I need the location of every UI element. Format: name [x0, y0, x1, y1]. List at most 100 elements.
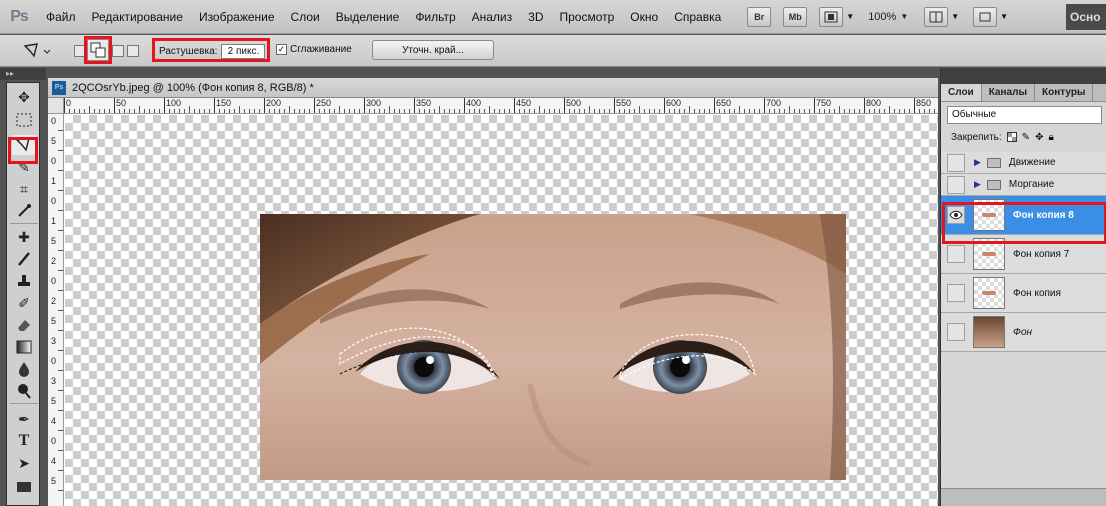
move-tool-icon[interactable]: ✥ [12, 87, 36, 107]
menu-view[interactable]: Просмотр [551, 10, 622, 24]
antialias-checkbox[interactable]: ✓ [276, 44, 287, 55]
panel-dock-bar[interactable] [941, 68, 1106, 84]
ruler-minor-tick [404, 109, 405, 113]
lock-position-icon[interactable]: ✥ [1035, 132, 1043, 143]
ruler-tick [114, 98, 115, 113]
menu-help[interactable]: Справка [666, 10, 729, 24]
dodge-tool-icon[interactable] [12, 381, 36, 401]
vertical-ruler[interactable]: 0 5 0 1 0 1 5 2 0 2 5 3 0 3 5 4 0 4 5 [48, 114, 64, 506]
ruler-minor-tick [789, 106, 790, 113]
toolbox-collapse-handle[interactable]: ▸▸ [0, 68, 46, 80]
marquee-tool-icon[interactable] [12, 110, 36, 130]
ruler-minor-tick [419, 109, 420, 113]
healing-brush-tool-icon[interactable]: ✚ [12, 227, 36, 247]
layer-name: Движение [1008, 157, 1056, 168]
ruler-label: 2 [51, 256, 57, 266]
ruler-minor-tick [604, 109, 605, 113]
visibility-toggle[interactable] [947, 284, 965, 302]
ruler-minor-tick [929, 109, 930, 113]
ruler-minor-tick [389, 106, 390, 113]
ruler-tick [364, 98, 365, 113]
horizontal-ruler[interactable]: 0 50 100 150 200 250 300 350 400 450 500 550 600 650 7… [64, 98, 938, 114]
ruler-minor-tick [479, 109, 480, 113]
ruler-origin[interactable] [48, 98, 64, 114]
menu-select[interactable]: Выделение [328, 10, 408, 24]
refine-edge-button[interactable]: Уточн. край... [372, 40, 494, 60]
lock-all-icon[interactable]: 🔒︎ [1048, 132, 1053, 143]
ruler-minor-tick [624, 109, 625, 113]
visibility-toggle[interactable] [947, 245, 965, 263]
tab-layers[interactable]: Слои [941, 84, 982, 101]
ruler-minor-tick [209, 109, 210, 113]
ruler-minor-tick [589, 106, 590, 113]
lock-pixels-icon[interactable]: ✎ [1022, 132, 1030, 143]
layer-group-blink[interactable]: ▶ Моргание [941, 174, 1106, 196]
visibility-toggle[interactable] [947, 323, 965, 341]
tab-paths[interactable]: Контуры [1035, 84, 1094, 101]
ruler-tick [664, 98, 665, 113]
menu-analysis[interactable]: Анализ [464, 10, 521, 24]
expand-triangle-icon[interactable]: ▶ [974, 157, 981, 168]
history-brush-tool-icon[interactable]: ✐ [12, 293, 36, 313]
pen-tool-icon[interactable]: ✒ [12, 409, 36, 429]
ruler-minor-tick [259, 109, 260, 113]
menu-layers[interactable]: Слои [283, 10, 328, 24]
blend-mode-select[interactable]: Обычные [947, 106, 1102, 124]
ruler-minor-tick [654, 109, 655, 113]
intersect-selection-button[interactable] [127, 45, 139, 57]
ruler-minor-tick [269, 109, 270, 113]
lock-row: Закрепить: ✎ ✥ 🔒︎ [941, 124, 1106, 146]
menu-window[interactable]: Окно [622, 10, 666, 24]
ruler-minor-tick [89, 106, 90, 113]
document-tab[interactable]: Ps 2QCOsrYb.jpeg @ 100% (Фон копия 8, RG… [48, 78, 938, 98]
zoom-level-select[interactable]: 100% ▼ [868, 11, 908, 23]
blur-tool-icon[interactable] [12, 359, 36, 379]
menu-edit[interactable]: Редактирование [84, 10, 191, 24]
menu-filter[interactable]: Фильтр [407, 10, 463, 24]
lock-transparency-icon[interactable] [1006, 132, 1017, 142]
clone-stamp-tool-icon[interactable] [12, 271, 36, 291]
layer-bg-copy[interactable]: Фон копия [941, 274, 1106, 313]
canvas[interactable] [65, 115, 938, 506]
ruler-minor-tick [179, 109, 180, 113]
ruler-minor-tick [459, 109, 460, 113]
ruler-minor-tick [559, 109, 560, 113]
bridge-button[interactable]: Br [747, 6, 772, 27]
ruler-minor-tick [58, 330, 63, 331]
ruler-minor-tick [569, 109, 570, 113]
tab-channels[interactable]: Каналы [982, 84, 1035, 101]
menu-file[interactable]: Файл [38, 10, 84, 24]
subtract-selection-button[interactable] [112, 45, 124, 57]
visibility-toggle[interactable] [947, 153, 965, 172]
layer-group-movement[interactable]: ▶ Движение [941, 152, 1106, 174]
ruler-minor-tick [579, 109, 580, 113]
visibility-toggle[interactable] [947, 175, 965, 194]
gradient-tool-icon[interactable] [12, 337, 36, 357]
brush-tool-icon[interactable] [12, 249, 36, 269]
ruler-minor-tick [104, 109, 105, 113]
ruler-minor-tick [919, 109, 920, 113]
eraser-tool-icon[interactable] [12, 315, 36, 335]
type-tool-icon[interactable]: T [12, 431, 36, 451]
expand-triangle-icon[interactable]: ▶ [974, 179, 981, 190]
ruler-minor-tick [879, 109, 880, 113]
extras-button[interactable] [819, 6, 844, 27]
antialias-control[interactable]: ✓ Сглаживание [276, 44, 352, 55]
layer-background[interactable]: Фон [941, 313, 1106, 352]
menu-image[interactable]: Изображение [191, 10, 283, 24]
mini-bridge-button[interactable]: Mb [783, 6, 808, 27]
path-selection-tool-icon[interactable]: ➤ [12, 453, 36, 473]
ruler-minor-tick [249, 109, 250, 113]
arrange-documents-button[interactable] [924, 6, 949, 27]
ruler-minor-tick [899, 109, 900, 113]
tool-preset-picker[interactable] [22, 42, 52, 63]
ruler-minor-tick [149, 109, 150, 113]
workspace-switcher[interactable]: Осно [1066, 4, 1106, 30]
shape-tool-icon[interactable] [12, 477, 36, 497]
menu-3d[interactable]: 3D [520, 10, 551, 24]
ruler-minor-tick [58, 270, 63, 271]
screen-mode-button[interactable] [973, 6, 998, 27]
crop-tool-icon[interactable]: ⌗ [12, 179, 36, 199]
eyedropper-tool-icon[interactable] [12, 201, 36, 221]
ruler-minor-tick [544, 109, 545, 113]
